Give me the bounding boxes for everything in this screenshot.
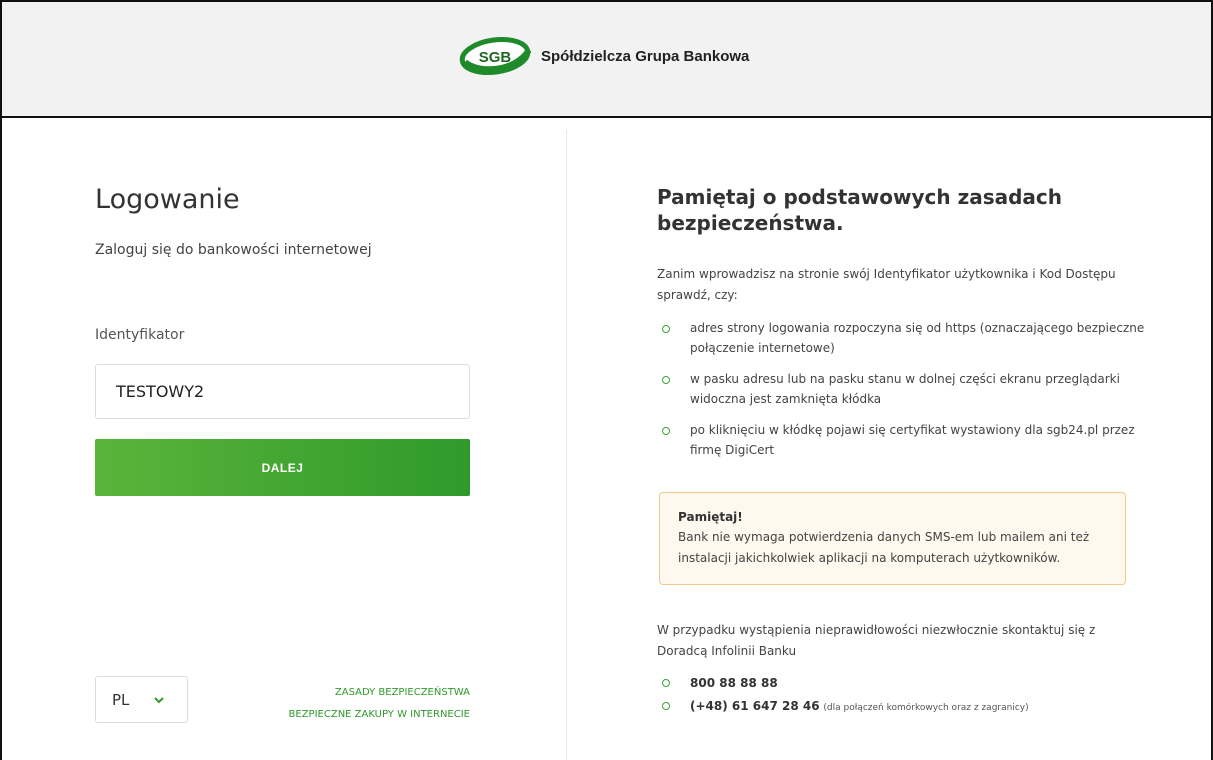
identifier-label: Identyfikator bbox=[95, 327, 185, 343]
identifier-input[interactable] bbox=[95, 364, 470, 419]
list-item: adres strony logowania rozpoczyna się od… bbox=[657, 318, 1157, 358]
security-panel: Pamiętaj o podstawowych zasadach bezpiec… bbox=[567, 118, 1211, 760]
security-intro: Zanim wprowadzisz na stronie swój Identy… bbox=[657, 267, 1116, 302]
brand[interactable]: SGB Spółdzielcza Grupa Bankowa bbox=[459, 36, 749, 76]
notice-title: Pamiętaj! bbox=[678, 510, 743, 524]
safe-shopping-link[interactable]: BEZPIECZNE ZAKUPY W INTERNECIE bbox=[289, 704, 470, 726]
sgb-logo: SGB bbox=[459, 37, 531, 75]
list-item: (+48) 61 647 28 46 (dla połączeń komórko… bbox=[657, 695, 1029, 720]
footer-links: ZASADY BEZPIECZEŃSTWA BEZPIECZNE ZAKUPY … bbox=[289, 682, 470, 726]
svg-text:SGB: SGB bbox=[479, 49, 512, 66]
language-select[interactable]: PL bbox=[95, 676, 188, 723]
bullet-icon bbox=[662, 376, 670, 384]
list-item: w pasku adresu lub na pasku stanu w doln… bbox=[657, 369, 1157, 409]
phone-number: 800 88 88 88 bbox=[690, 676, 778, 690]
security-rules-link[interactable]: ZASADY BEZPIECZEŃSTWA bbox=[289, 682, 470, 704]
security-checklist: adres strony logowania rozpoczyna się od… bbox=[657, 318, 1157, 471]
chevron-down-icon bbox=[154, 696, 165, 703]
brand-name: Spółdzielcza Grupa Bankowa bbox=[541, 47, 750, 65]
notice-text: Bank nie wymaga potwierdzenia danych SMS… bbox=[678, 530, 1090, 565]
language-value: PL bbox=[112, 690, 130, 709]
bullet-icon bbox=[662, 679, 670, 687]
page-header: SGB Spółdzielcza Grupa Bankowa bbox=[2, 2, 1211, 118]
contact-list: 800 88 88 88 (+48) 61 647 28 46 (dla poł… bbox=[657, 672, 1029, 720]
login-subtitle: Zaloguj się do bankowości internetowej bbox=[95, 242, 372, 258]
bullet-icon bbox=[662, 427, 670, 435]
login-panel: Logowanie Zaloguj się do bankowości inte… bbox=[0, 118, 566, 760]
next-button[interactable]: DALEJ bbox=[95, 439, 470, 496]
contact-text: W przypadku wystąpienia nieprawidłowości… bbox=[657, 623, 1096, 658]
security-notice: Pamiętaj! Bank nie wymaga potwierdzenia … bbox=[659, 492, 1126, 585]
bullet-icon bbox=[662, 702, 670, 710]
phone-note: (dla połączeń komórkowych oraz z zagrani… bbox=[823, 703, 1029, 713]
phone-number: (+48) 61 647 28 46 bbox=[690, 699, 820, 713]
bullet-icon bbox=[662, 325, 670, 333]
list-item: 800 88 88 88 bbox=[657, 672, 1029, 695]
list-item: po kliknięciu w kłódkę pojawi się certyf… bbox=[657, 420, 1157, 460]
page-title: Logowanie bbox=[95, 184, 240, 215]
security-title: Pamiętaj o podstawowych zasadach bezpiec… bbox=[657, 185, 1063, 235]
